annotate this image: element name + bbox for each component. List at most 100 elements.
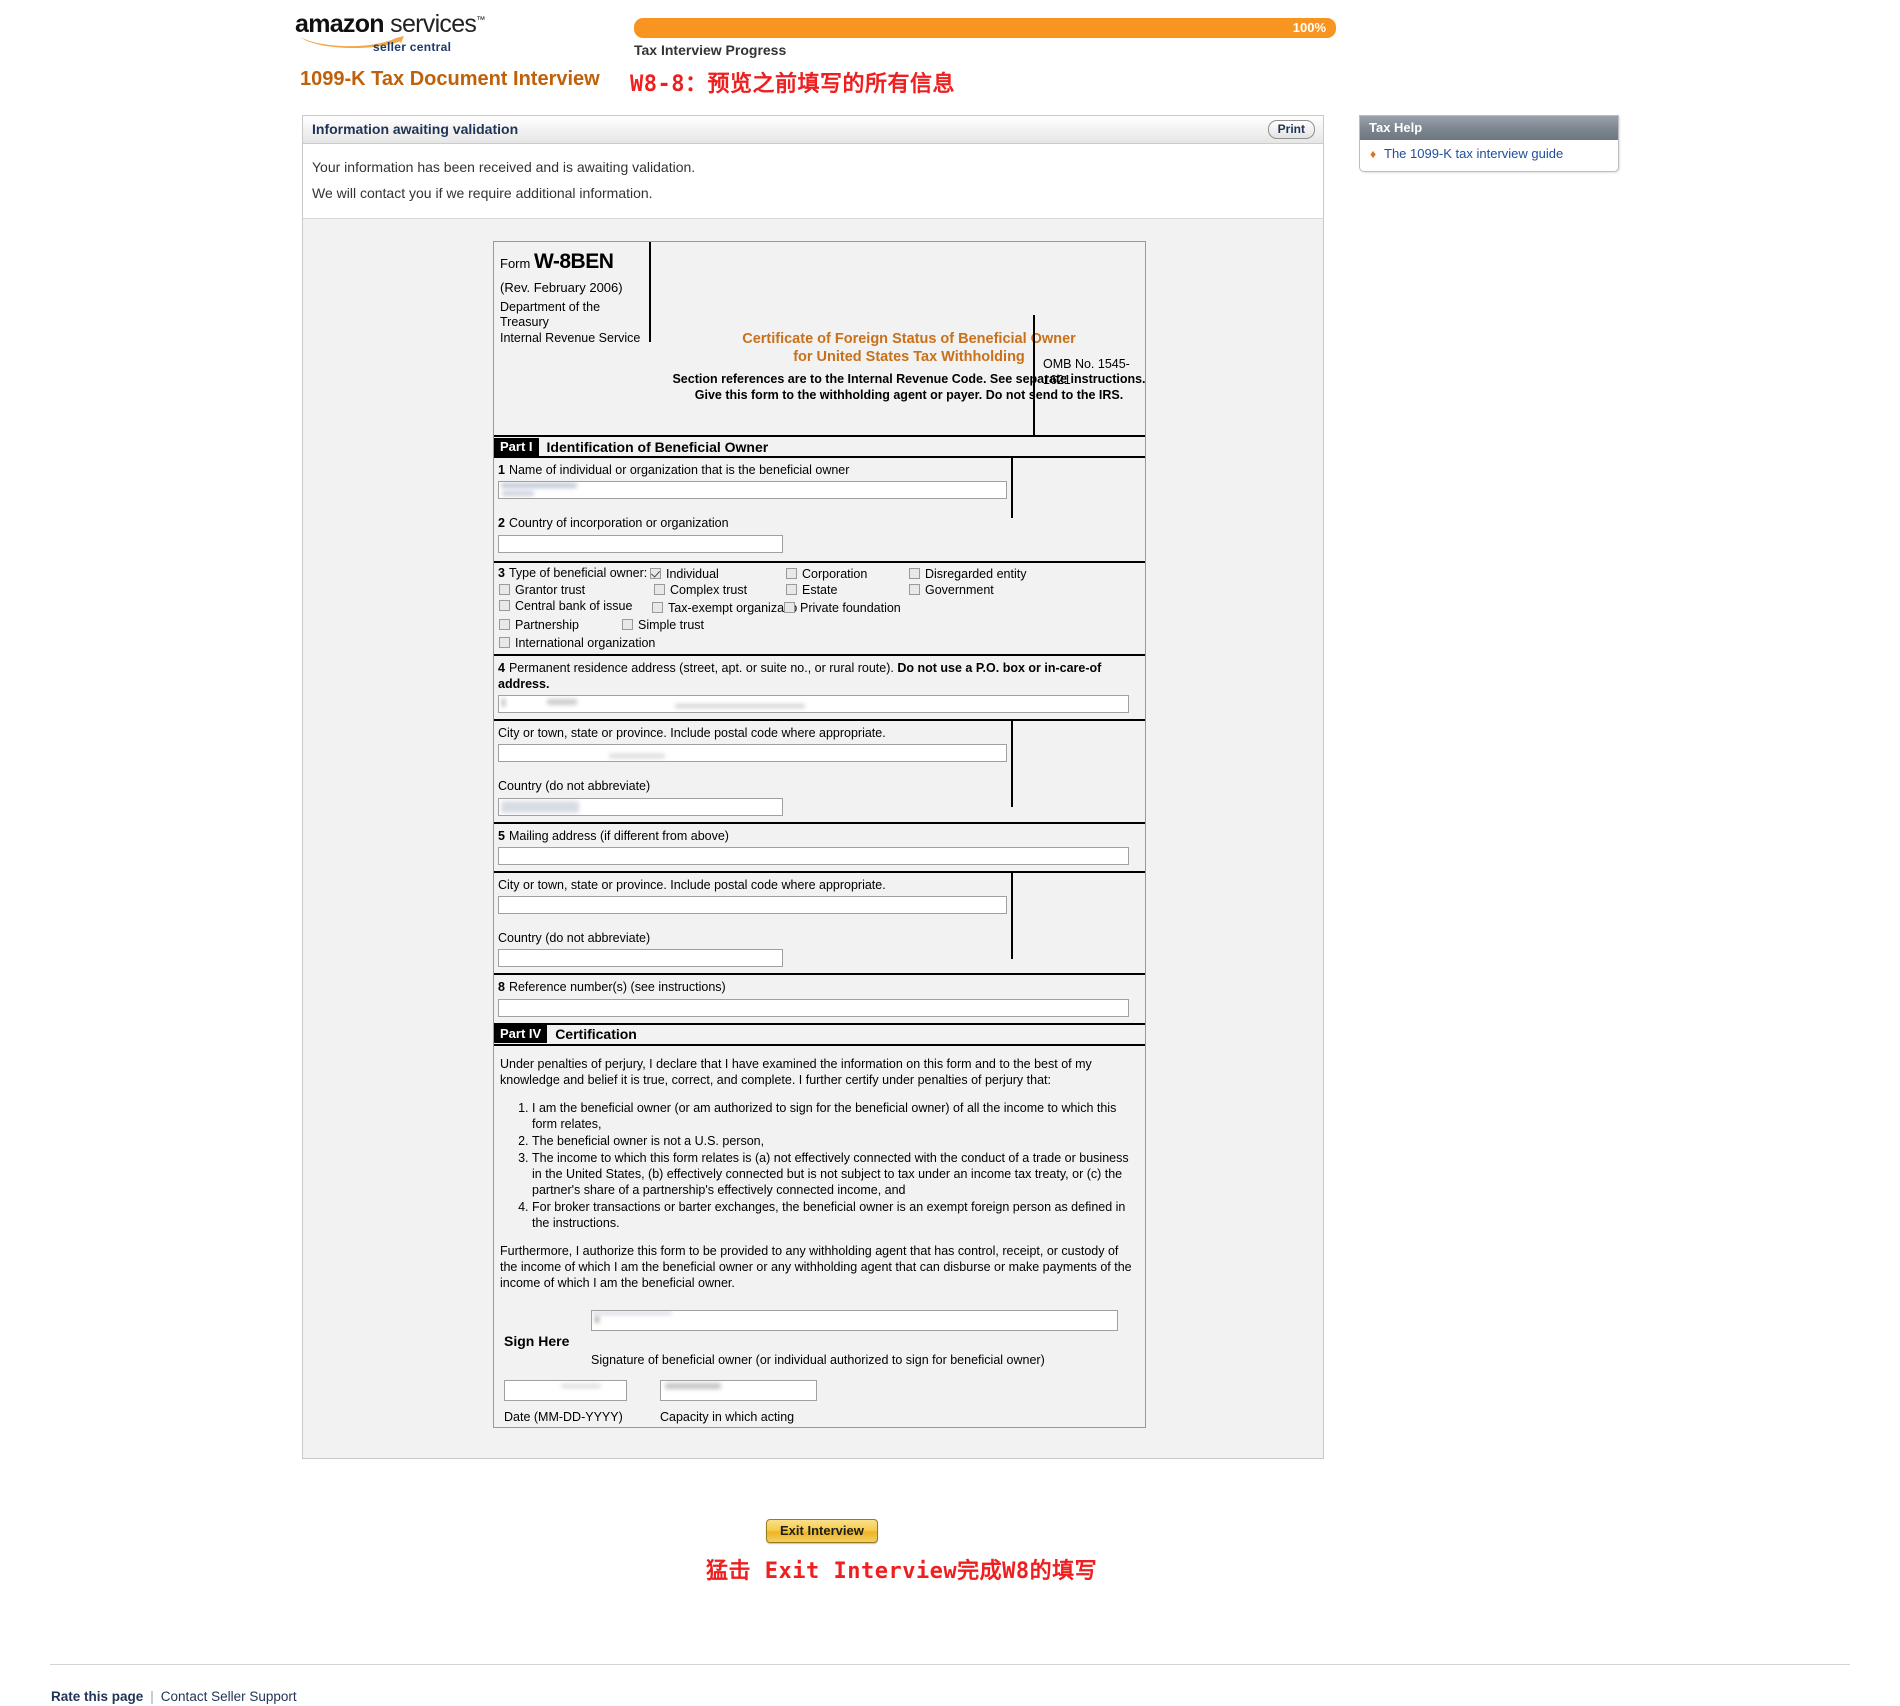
checkbox-box-icon[interactable] (909, 583, 920, 595)
checkbox-box-icon[interactable] (499, 636, 510, 648)
checkbox-box-icon[interactable] (784, 601, 795, 613)
tax-help-body: ♦ The 1099-K tax interview guide (1360, 140, 1618, 171)
panel-header: Information awaiting validation Print (303, 116, 1323, 144)
capacity-caption: Capacity in which acting (660, 1409, 795, 1424)
certification-item: The income to which this form relates is… (532, 1150, 1135, 1198)
rate-this-page-link[interactable]: Rate this page (51, 1689, 143, 1704)
date-input[interactable] (504, 1379, 627, 1401)
checkbox-corporation[interactable]: Corporation (786, 567, 867, 581)
field-row-mailing-city-country: City or town, state or province. Include… (494, 872, 1145, 976)
checkbox-label: Complex trust (670, 582, 748, 597)
beneficial-owner-name-input[interactable] (498, 481, 1007, 500)
field-row-name-country: 1 Name of individual or organization that… (494, 458, 1145, 563)
status-message-line-1: Your information has been received and i… (312, 159, 696, 175)
checkbox-disregarded-entity[interactable]: Disregarded entity (909, 567, 1026, 581)
field-4-label-wrap: 4 Permanent residence address (street, ap… (498, 660, 1145, 693)
certification-list: I am the beneficial owner (or am authori… (500, 1100, 1135, 1231)
checkbox-grantor-trust[interactable]: Grantor trust (499, 583, 585, 597)
permanent-address-input[interactable] (498, 695, 1129, 713)
tax-help-header: Tax Help (1360, 116, 1618, 140)
form-revision: (Rev. February 2006) (500, 280, 623, 296)
checkbox-label: Grantor trust (515, 582, 586, 597)
checkbox-box-icon[interactable] (499, 618, 510, 630)
checkbox-private-foundation[interactable]: Private foundation (784, 601, 901, 615)
permanent-city-input[interactable] (498, 744, 1007, 763)
w8ben-form: Form W-8BEN (Rev. February 2006) Departm… (493, 241, 1146, 1428)
checkbox-international-organization[interactable]: International organization (499, 636, 655, 650)
exit-interview-button[interactable]: Exit Interview (766, 1519, 878, 1543)
checkbox-box-icon[interactable] (622, 618, 633, 630)
country-of-incorporation-input[interactable] (498, 534, 783, 553)
print-button[interactable]: Print (1267, 120, 1315, 139)
information-awaiting-validation-panel: Information awaiting validation Print Yo… (302, 115, 1324, 1459)
tax-help-link-1099k-guide[interactable]: ♦ The 1099-K tax interview guide (1368, 146, 1610, 161)
progress-fill: 100% (634, 18, 1336, 38)
date-caption: Date (MM-DD-YYYY) (504, 1409, 623, 1424)
form-number: W-8BEN (533, 250, 614, 273)
checkbox-label: Central bank of issue (515, 598, 633, 613)
checkbox-individual[interactable]: Individual (650, 567, 719, 581)
checkbox-government[interactable]: Government (909, 583, 994, 597)
checkbox-label: International organization (515, 635, 656, 650)
redacted-value (595, 1315, 599, 1323)
checkbox-central-bank-of-issue[interactable]: Central bank of issue (499, 599, 632, 613)
checkbox-label: Disregarded entity (925, 566, 1027, 581)
field-1-number: 1 (498, 463, 505, 477)
amazon-services-seller-central-logo[interactable]: amazon services™ seller central (295, 12, 485, 55)
mailing-country-label: Country (do not abbreviate) (498, 931, 651, 945)
field-row-reference-number: 8 Reference number(s) (see instructions) (494, 975, 1145, 1025)
checkbox-box-icon[interactable] (909, 567, 920, 579)
tax-help-link-label: The 1099-K tax interview guide (1384, 146, 1564, 161)
mailing-city-input[interactable] (498, 896, 1007, 914)
checkbox-complex-trust[interactable]: Complex trust (654, 583, 747, 597)
progress-caption: Tax Interview Progress (634, 42, 787, 58)
checkbox-estate[interactable]: Estate (786, 583, 837, 597)
checkbox-box-icon[interactable] (786, 583, 797, 595)
beneficial-owner-type-group: 3 Type of beneficial owner: Individual Co… (494, 563, 1145, 656)
checkbox-simple-trust[interactable]: Simple trust (622, 618, 704, 632)
field-3-label: Type of beneficial owner: (508, 565, 648, 580)
part-4-tag: Part IV (494, 1025, 548, 1043)
sign-here-label: Sign Here (504, 1332, 570, 1349)
redacted-value (502, 698, 505, 707)
field-1-label-wrap: 1 Name of individual or organization that… (498, 462, 1145, 478)
column-divider (1011, 872, 1013, 959)
mailing-address-input[interactable] (498, 846, 1129, 865)
field-8-label: Reference number(s) (see instructions) (508, 980, 726, 995)
certification-intro: Under penalties of perjury, I declare th… (500, 1056, 1092, 1087)
certification-item: The beneficial owner is not a U.S. perso… (532, 1133, 1135, 1149)
certification-furthermore: Furthermore, I authorize this form to be… (500, 1243, 1132, 1290)
checkbox-box-icon[interactable] (786, 567, 797, 579)
redacted-value (501, 800, 579, 813)
form-omb-number: OMB No. 1545-1621 (1033, 315, 1145, 435)
checkbox-box-icon[interactable] (650, 567, 661, 579)
redacted-value (675, 704, 805, 708)
permanent-country-input[interactable] (498, 797, 783, 816)
form-preview-area: Form W-8BEN (Rev. February 2006) Departm… (303, 218, 1323, 1458)
redacted-value (665, 1382, 721, 1389)
form-word: Form (500, 256, 531, 271)
column-divider (1011, 458, 1013, 518)
certification-item: I am the beneficial owner (or am authori… (532, 1100, 1135, 1132)
reference-number-input[interactable] (498, 998, 1129, 1017)
checkbox-box-icon[interactable] (654, 583, 665, 595)
footer-separator: | (150, 1689, 154, 1704)
checkbox-box-icon[interactable] (652, 601, 663, 613)
contact-seller-support-link[interactable]: Contact Seller Support (161, 1689, 297, 1704)
capacity-input[interactable] (660, 1379, 817, 1401)
signature-input[interactable] (591, 1309, 1118, 1331)
checkbox-partnership[interactable]: Partnership (499, 618, 579, 632)
mailing-country-input[interactable] (498, 949, 783, 968)
logo-trademark-icon: ™ (476, 14, 485, 25)
certification-body: Under penalties of perjury, I declare th… (494, 1046, 1145, 1427)
field-2-label-wrap: 2 Country of incorporation or organizatio… (498, 515, 1145, 531)
checkbox-tax-exempt-organization[interactable]: Tax-exempt organization (652, 601, 798, 615)
form-department: Department of the Treasury (500, 300, 601, 330)
signature-area: Sign Here Signature of beneficial owner … (500, 1307, 1135, 1427)
checkbox-box-icon[interactable] (499, 583, 510, 595)
field-1-label: Name of individual or organization that … (508, 463, 850, 477)
checkbox-box-icon[interactable] (499, 599, 510, 611)
status-message-line-2: We will contact you if we require additi… (312, 185, 653, 201)
form-agency: Internal Revenue Service (500, 330, 641, 345)
mailing-city-label: City or town, state or province. Include… (498, 877, 886, 892)
